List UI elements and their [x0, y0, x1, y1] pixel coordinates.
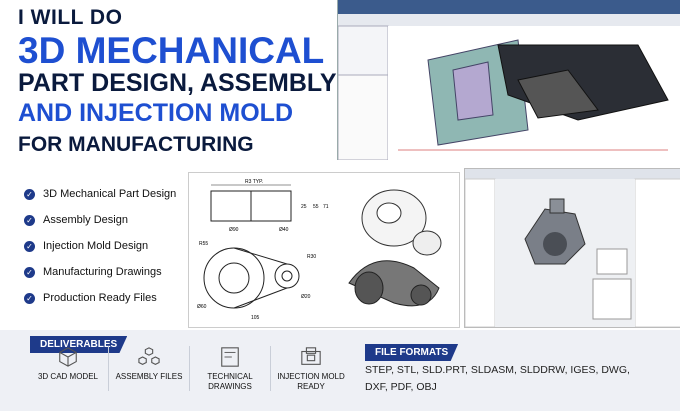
formats-title: FILE FORMATS — [365, 344, 459, 361]
check-icon: ✓ — [24, 188, 35, 200]
deliverable-item: INJECTION MOLD READY — [271, 346, 351, 391]
deliverable-label: TECHNICAL DRAWINGS — [207, 372, 253, 391]
formats-line-2: DXF, PDF, OBJ — [365, 381, 437, 393]
deliverable-item: 3D CAD MODEL — [28, 346, 109, 392]
headline-line-1: I WILL DO — [18, 6, 123, 29]
deliverable-label: 3D CAD MODEL — [37, 372, 98, 381]
headline-line-3: PART DESIGN, ASSEMBLY — [18, 69, 337, 97]
feature-list: ✓ 3D Mechanical Part Design ✓ Assembly Des… — [24, 184, 184, 314]
dim-71: 71 — [323, 204, 329, 210]
dim-r30: R30 — [307, 254, 316, 260]
assembly-icon — [138, 347, 160, 365]
feature-item: ✓ Injection Mold Design — [24, 236, 184, 256]
formats-line-1: STEP, STL, SLD.PRT, SLDASM, SLDDRW, IGES… — [365, 364, 630, 376]
technical-drawing: R3 TYP. Ø90 Ø40 25 55 71 R55 R30 Ø60 Ø20… — [197, 179, 442, 321]
deliverable-item: TECHNICAL DRAWINGS — [190, 346, 271, 392]
headline-line-5: FOR MANUFACTURING — [18, 133, 254, 156]
check-icon: ✓ — [24, 266, 35, 278]
dim-105: 105 — [251, 315, 260, 321]
check-icon: ✓ — [24, 292, 35, 304]
feature-item: ✓ Assembly Design — [24, 210, 184, 230]
cad-drawing-screenshot — [464, 168, 680, 328]
feature-label: 3D Mechanical Part Design — [43, 188, 177, 200]
feature-item: ✓ Production Ready Files — [24, 288, 184, 308]
feature-item: ✓ 3D Mechanical Part Design — [24, 184, 184, 204]
cad-software-screenshot — [337, 0, 680, 161]
deliverable-label: ASSEMBLY FILES — [115, 372, 183, 381]
dim-25: 25 — [301, 204, 307, 210]
dim-d90: Ø90 — [229, 227, 239, 233]
feature-item: ✓ Manufacturing Drawings — [24, 262, 184, 282]
headline-line-4: AND INJECTION MOLD — [18, 99, 293, 127]
cube-icon — [59, 347, 77, 367]
deliverable-label: INJECTION MOLD READY — [277, 372, 345, 391]
dim-r55: R55 — [199, 241, 208, 247]
cad-mold-view — [337, 0, 680, 161]
deliverables-list: 3D CAD MODEL ASSEMBLY FILES TECHNICAL DR… — [28, 346, 351, 392]
technical-drawing-panel: R3 TYP. Ø90 Ø40 25 55 71 R55 R30 Ø60 Ø20… — [188, 172, 460, 328]
check-icon: ✓ — [24, 214, 35, 226]
deliverable-item: ASSEMBLY FILES — [109, 346, 190, 392]
feature-label: Injection Mold Design — [43, 240, 149, 252]
bottom-band: DELIVERABLES 3D CAD MODEL ASSEMBLY FILES… — [0, 330, 680, 411]
dim-d20: Ø20 — [301, 294, 311, 300]
drawing-icon — [221, 347, 239, 367]
dim-55: 55 — [313, 204, 319, 210]
check-icon: ✓ — [24, 240, 35, 252]
feature-label: Manufacturing Drawings — [43, 266, 162, 278]
feature-label: Production Ready Files — [43, 292, 157, 304]
dim-d40: Ø40 — [279, 227, 289, 233]
headline-line-2: 3D MECHANICAL — [18, 30, 325, 71]
mold-icon — [301, 347, 321, 365]
feature-label: Assembly Design — [43, 214, 128, 226]
dim-d60: Ø60 — [197, 304, 207, 310]
dim-r3typ: R3 TYP. — [245, 179, 263, 185]
cad-part-view — [464, 169, 680, 328]
